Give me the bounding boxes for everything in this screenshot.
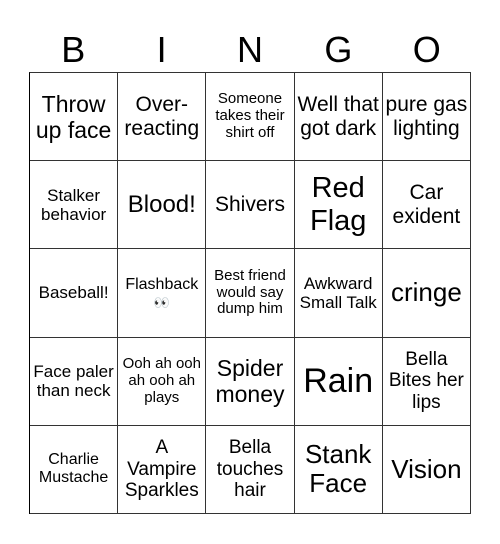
cell-text: Vision xyxy=(391,453,462,484)
cell-text: Red Flag xyxy=(309,172,367,237)
bingo-cell[interactable]: Vision xyxy=(382,425,471,514)
cell-text: Awkward Small Talk xyxy=(299,273,377,312)
bingo-cell[interactable]: Throw up face xyxy=(30,73,119,162)
cell-text: Car exident xyxy=(392,181,461,228)
cell-text: Bella Bites her lips xyxy=(388,348,464,413)
bingo-cell[interactable]: Flashback 👀 xyxy=(118,249,207,338)
header-letter-b: B xyxy=(61,29,86,70)
cell-text: Rain xyxy=(303,361,374,400)
cell-text: Baseball! xyxy=(38,283,109,303)
cell-text: Blood! xyxy=(127,191,196,219)
cell-text: Spider money xyxy=(215,355,285,408)
bingo-cell[interactable]: cringe xyxy=(382,249,471,338)
cell-text: Ooh ah ooh ah ooh ah plays xyxy=(122,354,201,406)
bingo-grid: Throw up face Over-reacting Someone take… xyxy=(29,72,471,514)
cell-text: A Vampire Sparkles xyxy=(124,437,199,502)
cell-text: Bella touches hair xyxy=(216,437,284,502)
bingo-header: B I N G O xyxy=(29,28,471,72)
cell-text: Charlie Mustache xyxy=(38,451,109,487)
bingo-cell[interactable]: Over-reacting xyxy=(118,73,207,162)
cell-text: Flashback xyxy=(125,275,199,293)
bingo-cell[interactable]: Bella touches hair xyxy=(206,425,295,514)
bingo-cell[interactable]: A Vampire Sparkles xyxy=(118,425,207,514)
bingo-cell[interactable]: Charlie Mustache xyxy=(30,425,119,514)
bingo-cell[interactable]: pure gas lighting xyxy=(382,73,471,162)
cell-text: Best friend would say dump him xyxy=(214,266,286,318)
bingo-cell[interactable]: Face paler than neck xyxy=(30,337,119,426)
cell-text-wrap: Flashback 👀 xyxy=(125,276,198,311)
bingo-cell[interactable]: Baseball! xyxy=(30,249,119,338)
bingo-cell[interactable]: Stank Face xyxy=(294,425,383,514)
cell-text: Face paler than neck xyxy=(33,361,114,401)
cell-text: Shivers xyxy=(214,192,285,216)
bingo-cell[interactable]: Shivers xyxy=(206,161,295,250)
cell-text: Well that got dark xyxy=(297,92,379,140)
cell-text: Throw up face xyxy=(35,90,112,143)
header-letter-n: N xyxy=(236,29,263,70)
cell-text: pure gas lighting xyxy=(385,92,468,140)
bingo-cell[interactable]: Best friend would say dump him xyxy=(206,249,295,338)
bingo-cell[interactable]: Awkward Small Talk xyxy=(294,249,383,338)
header-letter-o: O xyxy=(412,29,441,70)
bingo-cell[interactable]: Ooh ah ooh ah ooh ah plays xyxy=(118,337,207,426)
header-letter-g: G xyxy=(324,29,353,70)
cell-text: cringe xyxy=(390,277,462,308)
bingo-cell[interactable]: Stalker behavior xyxy=(30,161,119,250)
eyes-emoji-icon: 👀 xyxy=(153,294,170,310)
bingo-cell[interactable]: Someone takes their shirt off xyxy=(206,73,295,162)
cell-text: Stalker behavior xyxy=(40,185,107,224)
bingo-cell[interactable]: Bella Bites her lips xyxy=(382,337,471,426)
bingo-cell[interactable]: Car exident xyxy=(382,161,471,250)
bingo-cell[interactable]: Red Flag xyxy=(294,161,383,250)
cell-text: Someone takes their shirt off xyxy=(215,90,285,142)
header-letter-i: I xyxy=(156,29,167,70)
bingo-cell[interactable]: Spider money xyxy=(206,337,295,426)
cell-text: Stank Face xyxy=(304,439,372,499)
bingo-cell[interactable]: Blood! xyxy=(118,161,207,250)
bingo-cell[interactable]: Rain xyxy=(294,337,383,426)
bingo-cell[interactable]: Well that got dark xyxy=(294,73,383,162)
cell-text: Over-reacting xyxy=(124,92,200,140)
